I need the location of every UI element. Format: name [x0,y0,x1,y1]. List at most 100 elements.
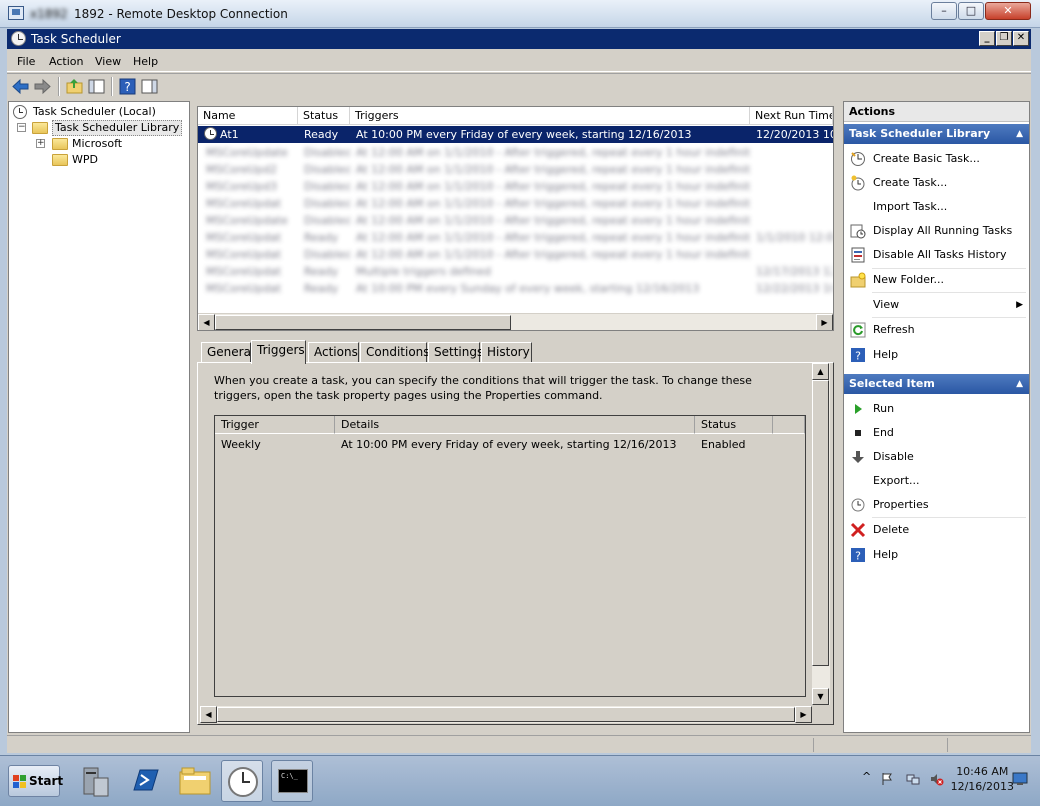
submenu-arrow-icon: ▶ [1016,300,1023,310]
restore-button[interactable]: ❐ [996,31,1012,46]
column-header-name[interactable]: Name [198,107,298,125]
task-cell-name: MSCoreUpdat [206,265,282,278]
task-row[interactable]: MSCoreUpdat Disabled At 12:00 AM on 1/1/20… [198,246,833,263]
trigger-row[interactable]: Weekly At 10:00 PM every Friday of every… [215,436,805,454]
column-header-status[interactable]: Status [298,107,350,125]
close-button[interactable]: ✕ [1013,31,1029,46]
tab-settings[interactable]: Settings [428,342,483,362]
show-hide-console-tree-icon[interactable] [87,77,106,96]
show-desktop-icon[interactable] [1012,772,1028,786]
collapse-chevron-icon[interactable]: ▲ [1016,374,1023,394]
server-manager-icon[interactable] [74,760,116,802]
tab-triggers[interactable]: Triggers [251,340,306,364]
back-arrow-icon[interactable] [11,77,30,96]
action-display-running-tasks[interactable]: Display All Running Tasks [844,219,1029,243]
column-header-trigger[interactable]: Trigger [215,416,335,434]
action-properties[interactable]: Properties [844,493,1029,517]
create-basic-task-icon [851,152,865,166]
rdp-minimize-button[interactable]: – [931,2,957,20]
action-help-selected[interactable]: ? Help [844,543,1029,567]
action-create-task[interactable]: Create Task... [844,171,1029,195]
task-row[interactable]: MSCoreUpd3 Disabled At 12:00 AM on 1/1/201… [198,178,833,195]
system-clock[interactable]: 10:46 AM 12/16/2013 [951,764,1014,794]
help-icon[interactable]: ? [118,77,137,96]
collapse-icon[interactable]: − [17,123,26,132]
up-folder-icon[interactable] [65,77,84,96]
task-row[interactable]: MSCoreUpdate Disabled At 12:00 AM on 1/1/2… [198,144,833,161]
column-header-status[interactable]: Status [695,416,773,434]
task-row[interactable]: MSCoreUpdate Disabled At 12:00 AM on 1/1/2… [198,212,833,229]
section-header-selected-item[interactable]: Selected Item ▲ [844,374,1029,394]
column-header-next-run-time[interactable]: Next Run Time [750,107,833,125]
network-icon[interactable] [906,772,920,786]
menu-action[interactable]: Action [49,55,83,68]
expand-icon[interactable]: + [36,139,45,148]
action-export[interactable]: Export... [844,469,1029,493]
task-row[interactable]: MSCoreUpdat Disabled At 12:00 AM on 1/1/20… [198,195,833,212]
scroll-down-button[interactable]: ▼ [812,688,829,705]
action-create-basic-task[interactable]: Create Basic Task... [844,147,1029,171]
volume-muted-icon[interactable] [930,772,944,786]
task-cell-name: MSCoreUpd2 [206,163,277,176]
tab-actions[interactable]: Actions [308,342,359,362]
command-prompt-taskbar-button[interactable]: C:\_ [271,760,313,802]
action-delete[interactable]: Delete [844,518,1029,542]
action-new-folder[interactable]: New Folder... [844,268,1029,292]
svg-text:?: ? [855,550,861,563]
scroll-right-button[interactable]: ▶ [816,314,833,330]
forward-arrow-icon[interactable] [33,77,52,96]
panel-horizontal-scrollbar[interactable]: ◀ ▶ [200,706,812,723]
tab-general[interactable]: General [201,342,254,362]
menu-view[interactable]: View [95,55,121,68]
show-hidden-icons-icon[interactable]: ^ [862,770,871,783]
action-center-flag-icon[interactable] [880,772,894,786]
action-view[interactable]: View ▶ [844,293,1029,317]
rdp-maximize-button[interactable]: □ [958,2,984,20]
start-button[interactable]: Start [8,765,63,797]
action-end[interactable]: End [844,421,1029,445]
powershell-icon[interactable] [124,760,166,802]
action-run[interactable]: Run [844,397,1029,421]
section-header-task-scheduler-library[interactable]: Task Scheduler Library ▲ [844,124,1029,144]
menu-help[interactable]: Help [133,55,158,68]
tab-conditions[interactable]: Conditions [360,342,430,362]
running-tasks-icon [850,224,866,239]
scroll-right-button[interactable]: ▶ [795,706,812,723]
task-row[interactable]: MSCoreUpd2 Disabled At 12:00 AM on 1/1/201… [198,161,833,178]
column-header-details[interactable]: Details [335,416,695,434]
task-row[interactable]: MSCoreUpdat Ready At 12:00 AM on 1/1/2010 … [198,229,833,246]
file-explorer-icon[interactable] [174,760,216,802]
task-row[interactable]: MSCoreUpdat Ready Multiple triggers define… [198,263,833,280]
task-list-horizontal-scrollbar[interactable]: ◀ ▶ [198,313,833,330]
panel-vertical-scrollbar[interactable]: ▲ ▼ [812,363,830,705]
rdp-close-button[interactable]: ✕ [985,2,1031,20]
scroll-left-button[interactable]: ◀ [198,314,215,330]
minimize-button[interactable]: _ [979,31,995,46]
action-disable-history[interactable]: Disable All Tasks History [844,243,1029,267]
task-cell-triggers: At 12:00 AM on 1/1/2010 - After triggere… [356,248,750,261]
console-tree: Task Scheduler (Local) − Task Scheduler … [8,101,190,733]
toolbar: ? [7,73,1031,99]
task-cell-status: Disabled [304,180,350,193]
scroll-thumb[interactable] [215,315,511,330]
vertical-scroll-thumb[interactable] [812,380,829,666]
action-help-library[interactable]: ? Help [844,343,1029,367]
task-row[interactable]: MSCoreUpdat Ready At 10:00 PM every Sunday… [198,280,833,297]
scroll-left-button[interactable]: ◀ [200,706,217,723]
action-refresh[interactable]: Refresh [844,318,1029,342]
task-scheduler-title-bar[interactable]: Task Scheduler _ ❐ ✕ [7,29,1031,49]
show-hide-action-pane-icon[interactable] [140,77,159,96]
rdp-title-bar[interactable]: x1892 1892 - Remote Desktop Connection –… [0,0,1040,28]
action-import-task[interactable]: Import Task... [844,195,1029,219]
task-scheduler-taskbar-button[interactable] [221,760,263,802]
tree-item-library[interactable]: − Task Scheduler Library [17,120,183,136]
tab-history[interactable]: History [481,342,532,362]
scroll-up-button[interactable]: ▲ [812,363,829,380]
action-disable[interactable]: Disable [844,445,1029,469]
task-row-selected[interactable]: At1 Ready At 10:00 PM every Friday of ev… [198,126,833,143]
horizontal-scroll-thumb[interactable] [217,707,795,722]
collapse-chevron-icon[interactable]: ▲ [1016,124,1023,144]
actions-pane: Actions Task Scheduler Library ▲ Create … [843,101,1030,733]
column-header-triggers[interactable]: Triggers [350,107,750,125]
menu-file[interactable]: File [17,55,35,68]
